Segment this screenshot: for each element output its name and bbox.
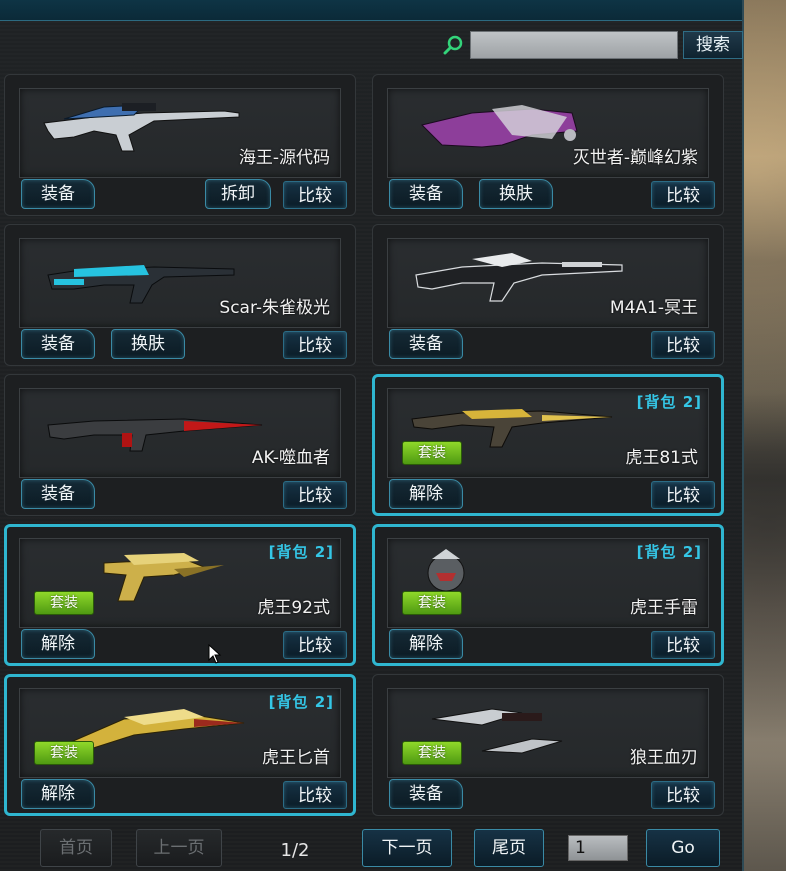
weapon-name: 虎王手雷 [630, 598, 698, 618]
weapon-preview: 灭世者-巅峰幻紫 [387, 88, 709, 178]
weapon-card-equipped[interactable]: [背包 2] 套装 虎王81式 解除 比较 [372, 374, 724, 516]
equip-button[interactable]: 装备 [21, 479, 95, 509]
compare-button[interactable]: 比较 [651, 181, 715, 209]
weapon-preview: Scar-朱雀极光 [19, 238, 341, 328]
search-button[interactable]: 搜索 [683, 31, 743, 59]
set-badge: 套装 [402, 441, 462, 465]
compare-button[interactable]: 比较 [283, 481, 347, 509]
last-page-button[interactable]: 尾页 [474, 829, 544, 867]
equip-button[interactable]: 装备 [21, 179, 95, 209]
first-page-button[interactable]: 首页 [40, 829, 112, 867]
game-background [742, 0, 786, 871]
set-badge: 套装 [402, 741, 462, 765]
skin-button[interactable]: 换肤 [479, 179, 553, 209]
weapon-card[interactable]: 灭世者-巅峰幻紫 装备 换肤 比较 [372, 74, 724, 216]
go-button[interactable]: Go [646, 829, 720, 867]
weapon-name: 虎王81式 [625, 448, 698, 468]
compare-button[interactable]: 比较 [283, 331, 347, 359]
remove-button[interactable]: 解除 [389, 629, 463, 659]
weapon-preview: [背包 2] 套装 虎王81式 [387, 388, 709, 478]
set-badge: 套装 [34, 591, 94, 615]
weapon-card[interactable]: M4A1-冥王 装备 比较 [372, 224, 724, 366]
weapon-name: 灭世者-巅峰幻紫 [572, 148, 698, 168]
page-number-input[interactable]: 1 [568, 835, 628, 861]
bag-tag: [背包 2] [636, 543, 702, 561]
next-page-button[interactable]: 下一页 [362, 829, 452, 867]
weapon-preview: M4A1-冥王 [387, 238, 709, 328]
weapon-image [43, 103, 240, 152]
set-badge: 套装 [402, 591, 462, 615]
weapon-name: 虎王92式 [257, 598, 330, 618]
page-indicator: 1/2 [280, 840, 310, 861]
equip-button[interactable]: 装备 [389, 329, 463, 359]
weapon-name: AK-噬血者 [251, 448, 330, 468]
compare-button[interactable]: 比较 [283, 181, 347, 209]
weapon-preview: [背包 2] 套装 虎王匕首 [19, 688, 341, 778]
weapon-name: 狼王血刃 [630, 748, 698, 768]
weapon-card[interactable]: 海王-源代码 装备 拆卸 比较 [4, 74, 356, 216]
compare-button[interactable]: 比较 [651, 631, 715, 659]
bag-tag: [背包 2] [636, 393, 702, 411]
bag-tag: [背包 2] [268, 543, 334, 561]
remove-button[interactable]: 解除 [389, 479, 463, 509]
compare-button[interactable]: 比较 [651, 781, 715, 809]
weapon-name: Scar-朱雀极光 [219, 298, 330, 318]
weapon-card-equipped[interactable]: [背包 2] 套装 虎王92式 解除 比较 [4, 524, 356, 666]
weapon-name: 虎王匕首 [262, 748, 330, 768]
equip-button[interactable]: 装备 [389, 779, 463, 809]
weapon-card-equipped[interactable]: [背包 2] 套装 虎王匕首 解除 比较 [4, 674, 356, 816]
skin-button[interactable]: 换肤 [111, 329, 185, 359]
compare-button[interactable]: 比较 [283, 631, 347, 659]
weapon-preview: [背包 2] 套装 虎王手雷 [387, 538, 709, 628]
mouse-cursor-icon [208, 644, 222, 664]
search-input[interactable] [470, 31, 678, 59]
remove-button[interactable]: 解除 [21, 779, 95, 809]
weapon-name: 海王-源代码 [238, 148, 330, 168]
weapon-name: M4A1-冥王 [609, 298, 698, 318]
weapon-card-equipped[interactable]: [背包 2] 套装 虎王手雷 解除 比较 [372, 524, 724, 666]
weapon-image [415, 253, 623, 302]
equip-button[interactable]: 装备 [389, 179, 463, 209]
remove-button[interactable]: 解除 [21, 629, 95, 659]
weapon-image [47, 418, 263, 452]
weapon-preview: AK-噬血者 [19, 388, 341, 478]
compare-button[interactable]: 比较 [651, 331, 715, 359]
weapon-preview: 海王-源代码 [19, 88, 341, 178]
set-badge: 套装 [34, 741, 94, 765]
weapon-card[interactable]: AK-噬血者 装备 比较 [4, 374, 356, 516]
compare-button[interactable]: 比较 [651, 481, 715, 509]
compare-button[interactable]: 比较 [283, 781, 347, 809]
weapon-preview: [背包 2] 套装 虎王92式 [19, 538, 341, 628]
weapon-card[interactable]: 套装 狼王血刃 装备 比较 [372, 674, 724, 816]
bag-tag: [背包 2] [268, 693, 334, 711]
weapon-preview: 套装 狼王血刃 [387, 688, 709, 778]
panel-top-bar [0, 0, 742, 21]
weapon-card[interactable]: Scar-朱雀极光 装备 换肤 比较 [4, 224, 356, 366]
equip-button[interactable]: 装备 [21, 329, 95, 359]
unequip-button[interactable]: 拆卸 [205, 179, 271, 209]
inventory-panel: 搜索 海王-源代码 装备 拆卸 比较 灭世者-巅峰幻紫 装备 换肤 比较 Sca… [0, 0, 744, 871]
search-icon[interactable] [443, 34, 465, 56]
prev-page-button[interactable]: 上一页 [136, 829, 222, 867]
